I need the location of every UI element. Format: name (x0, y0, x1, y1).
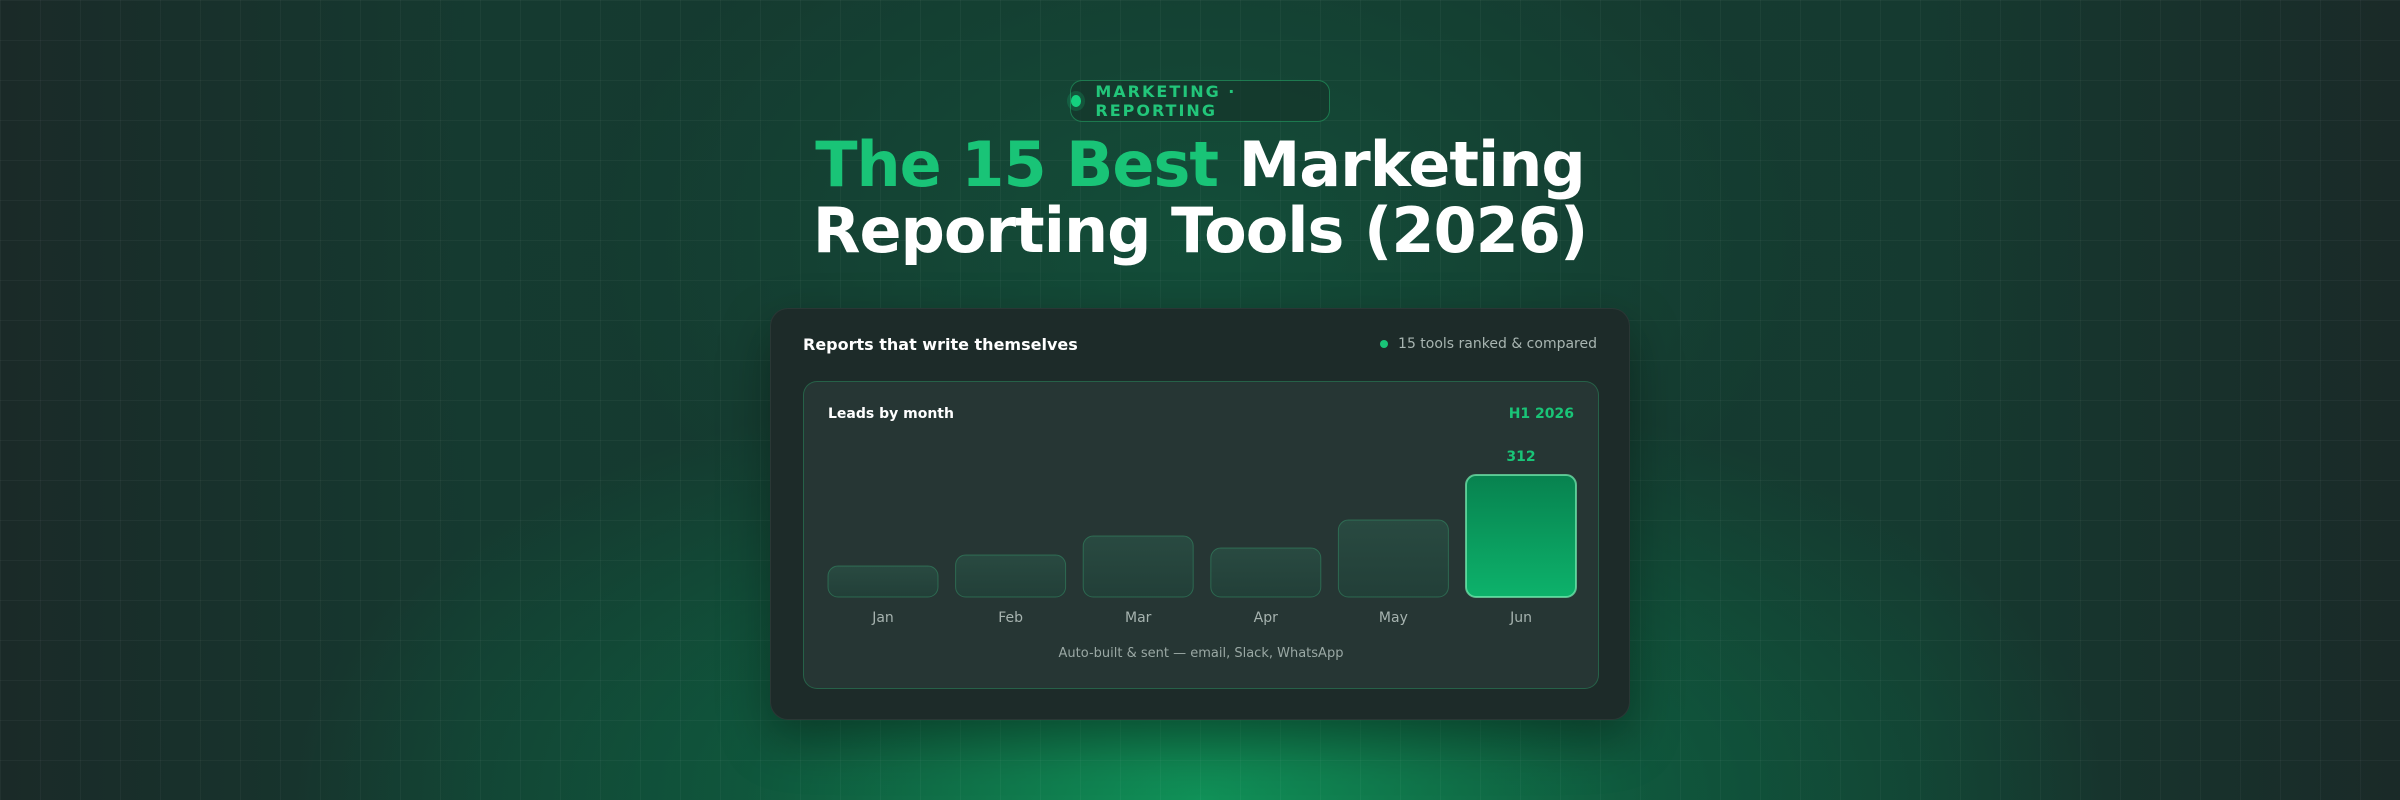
bar-jun (1465, 474, 1577, 598)
card-title: Reports that write themselves (803, 335, 1078, 354)
title-line-1: The 15 Best Marketing (0, 132, 2400, 198)
category-badge: MARKETING · REPORTING (1070, 80, 1330, 122)
x-tick-feb: Feb (998, 610, 1023, 626)
title-line-2: Reporting Tools (2026) (812, 194, 1589, 267)
chart-footer: Auto-built & sent — email, Slack, WhatsA… (1058, 646, 1344, 661)
badge-label: MARKETING · REPORTING (1095, 82, 1237, 120)
bar-jan (827, 565, 939, 598)
page-title: The 15 Best Marketing Reporting Tools (2… (0, 132, 2400, 264)
title-accent: The 15 Best (815, 128, 1219, 201)
x-tick-may: May (1379, 610, 1408, 626)
leads-chart: Leads by month H1 2026 Jan Feb Mar Apr May Ju… (803, 381, 1599, 689)
x-tick-mar: Mar (1125, 610, 1152, 626)
bar-mar (1082, 535, 1194, 598)
x-tick-jun: Jun (1509, 610, 1532, 626)
badge-dot-icon (1071, 95, 1082, 107)
bar-chart-svg: Jan Feb Mar Apr May Jun 312 (827, 449, 1577, 626)
status-dot-icon (1380, 340, 1389, 348)
card-meta: 15 tools ranked & compared (1380, 336, 1597, 352)
x-tick-jan: Jan (871, 610, 894, 626)
x-tick-apr: Apr (1254, 610, 1278, 626)
bar-apr (1210, 547, 1322, 598)
bar-feb (955, 554, 1067, 598)
card-meta-text: 15 tools ranked & compared (1398, 336, 1597, 352)
title-rest: Marketing (1238, 128, 1586, 201)
report-card: Reports that write themselves 15 tools r… (770, 308, 1630, 720)
data-label-jun: 312 (1506, 449, 1535, 465)
bar-may (1337, 519, 1449, 598)
